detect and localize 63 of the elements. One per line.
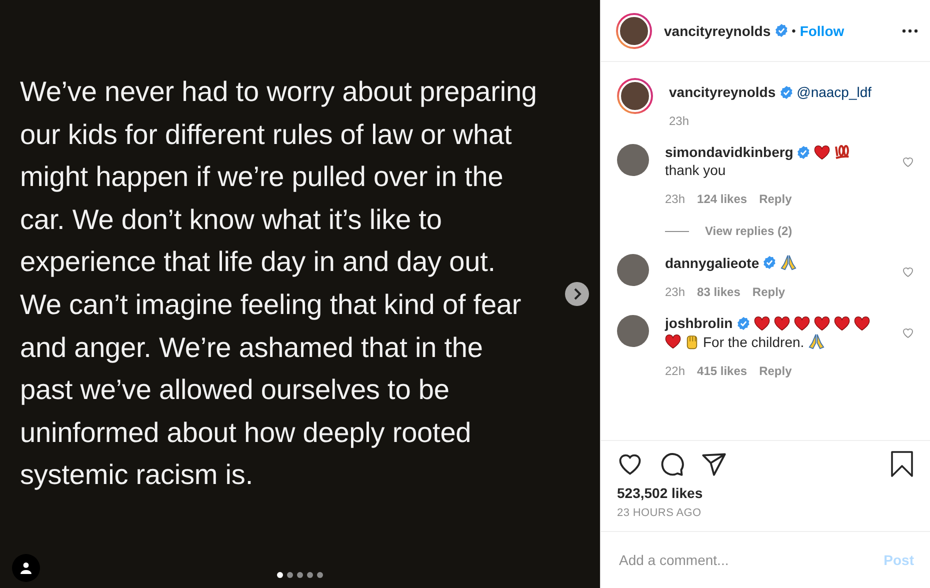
bookmark-icon: [890, 451, 914, 477]
comment-icon: [659, 451, 685, 477]
like-comment-button[interactable]: [902, 327, 914, 339]
reply-button[interactable]: Reply: [759, 192, 792, 206]
praying-hands-icon: [808, 333, 826, 350]
heart-icon: [774, 316, 790, 330]
timestamp: 22h: [665, 364, 686, 378]
person-icon: [20, 562, 32, 574]
send-icon: [701, 451, 727, 477]
carousel-dot[interactable]: [277, 572, 283, 578]
praying-hands-icon: [780, 254, 798, 271]
timestamp: 23h: [665, 192, 686, 206]
mention-link[interactable]: @naacp_ldf: [796, 84, 872, 100]
like-comment-button[interactable]: [902, 266, 914, 278]
avatar[interactable]: [617, 315, 649, 347]
heart-icon: [754, 316, 770, 330]
chevron-right-icon: [572, 288, 582, 300]
share-button[interactable]: [701, 451, 727, 477]
carousel-dot[interactable]: [317, 572, 323, 578]
heart-icon: [834, 316, 850, 330]
heart-icon: [814, 316, 830, 330]
avatar[interactable]: [617, 144, 649, 176]
carousel-dot[interactable]: [297, 572, 303, 578]
heart-icon: [814, 144, 830, 160]
separator-dot: •: [792, 24, 796, 38]
view-replies-button[interactable]: View replies (2): [665, 224, 886, 238]
follow-link[interactable]: Follow: [800, 22, 844, 38]
reply-button[interactable]: Reply: [759, 364, 792, 378]
carousel-dot[interactable]: [287, 572, 293, 578]
comment-button[interactable]: [659, 451, 685, 477]
fist-icon: [685, 334, 699, 350]
likes-count[interactable]: 124 likes: [697, 192, 748, 206]
username[interactable]: dannygalieote: [665, 254, 760, 270]
heart-icon: [794, 316, 810, 330]
slide-text: We’ve never had to worry about preparing our kids for different rules of law or what might happen if we’re pulled over in the car. We don’t know what it’s like to experience that life day in and day out. We can’t imagine feeling that kind of fear and anger. We’re ashamed that in the past we’ve allowed ourselves to be uninformed about how deeply rooted systemic racism is.: [19, 75, 538, 492]
avatar[interactable]: [616, 12, 652, 48]
like-comment-button[interactable]: [902, 156, 914, 168]
post-time: 23 HOURS AGO: [601, 501, 930, 532]
comment-text: thank you: [665, 162, 726, 178]
username[interactable]: vancityreynolds: [669, 84, 776, 100]
username[interactable]: simondavidkinberg: [665, 144, 794, 160]
heart-icon: [854, 316, 870, 330]
avatar[interactable]: [617, 254, 649, 286]
more-icon: [902, 28, 918, 32]
hundred-points-icon: [834, 144, 850, 160]
timestamp: 23h: [665, 285, 686, 299]
carousel-dot[interactable]: [307, 572, 313, 578]
heart-icon: [902, 327, 914, 339]
reply-button[interactable]: Reply: [752, 285, 786, 299]
heart-icon: [902, 266, 914, 278]
timestamp: 23h: [669, 114, 690, 128]
comment-text: For the children.: [703, 334, 804, 350]
next-button[interactable]: [565, 282, 589, 306]
heart-icon: [665, 334, 681, 349]
likes-count[interactable]: 523,502 likes: [601, 477, 930, 501]
username[interactable]: vancityreynolds: [664, 22, 771, 38]
likes-count[interactable]: 415 likes: [697, 364, 748, 378]
username[interactable]: joshbrolin: [665, 315, 733, 331]
likes-count[interactable]: 83 likes: [697, 285, 740, 299]
heart-icon: [902, 156, 914, 168]
tagged-users-button[interactable]: [12, 554, 40, 582]
avatar[interactable]: [617, 78, 653, 114]
save-button[interactable]: [890, 451, 914, 477]
